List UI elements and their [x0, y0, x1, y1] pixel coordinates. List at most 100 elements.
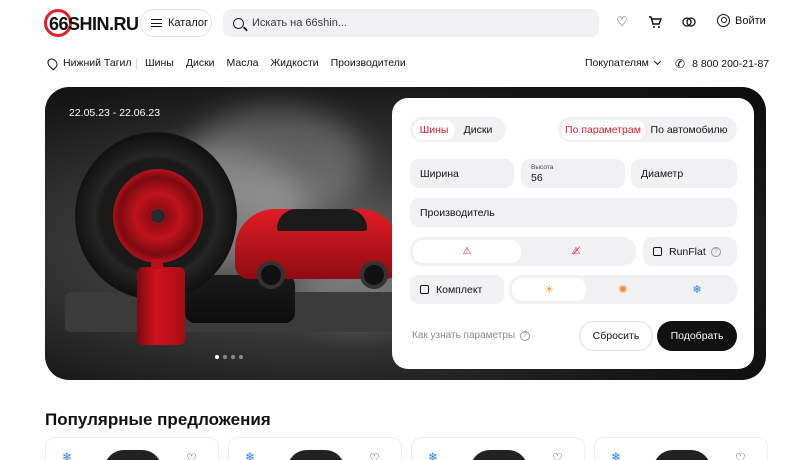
tab-tires[interactable]: Шины — [413, 119, 455, 140]
submit-button[interactable]: Подобрать — [657, 321, 737, 351]
spiked-icon: ⚠ — [462, 246, 472, 257]
help-icon: ? — [520, 330, 531, 341]
product-card[interactable]: ❄ ♡ — [45, 437, 219, 460]
slider-dot[interactable] — [215, 355, 219, 359]
car-wheel — [257, 261, 285, 289]
nav-link-wheels[interactable]: Диски — [186, 57, 215, 69]
phone-link[interactable]: ✆ 8 800 200-21-87 — [675, 57, 769, 71]
season-winter[interactable]: ❄ — [660, 278, 734, 301]
season-summer[interactable]: ☀ — [512, 278, 586, 301]
car-window — [277, 209, 367, 231]
non-spiked-icon: ⚠̸ — [571, 246, 581, 257]
rim-hub — [149, 207, 167, 225]
checkbox-icon — [420, 285, 429, 294]
product-cards: ❄ ♡ ❄ ♡ ❄ ♡ ❄ ♡ — [45, 437, 768, 460]
snowflake-icon: ❄ — [428, 450, 439, 460]
city-label: Нижний Тагил — [63, 57, 132, 69]
search-icon — [233, 17, 244, 29]
product-card[interactable]: ❄ ♡ — [228, 437, 402, 460]
runflat-checkbox[interactable]: RunFlat ? — [643, 237, 737, 266]
catalog-button-label: Каталог — [168, 17, 208, 29]
tab-by-params[interactable]: По параметрам — [561, 119, 645, 140]
sun-icon: ☀ — [544, 284, 554, 296]
height-value: 56 — [531, 171, 543, 184]
height-label: Высота — [531, 163, 554, 171]
nav-link-oils[interactable]: Масла — [227, 57, 259, 69]
chevron-down-icon — [653, 57, 661, 66]
tab-by-car[interactable]: По автомобилю — [645, 120, 733, 140]
phone-number: 8 800 200-21-87 — [692, 58, 770, 70]
product-card[interactable]: ❄ ♡ — [594, 437, 768, 460]
nav-link-manufacturers[interactable]: Производители — [331, 57, 406, 69]
snowflake-icon: ❄ — [62, 450, 73, 460]
spike-toggle: ⚠ ⚠̸ — [410, 237, 636, 266]
kit-checkbox[interactable]: Комплект — [410, 275, 504, 304]
slider-dot[interactable] — [223, 355, 227, 359]
slider-dots[interactable] — [215, 355, 243, 359]
checkbox-icon — [653, 247, 662, 256]
buyers-label: Покупателям — [585, 57, 649, 69]
nav-divider — [136, 58, 137, 70]
search-input[interactable] — [252, 17, 572, 29]
diameter-label: Диаметр — [641, 167, 684, 180]
tab-wheels[interactable]: Диски — [455, 120, 501, 140]
non-spiked-option[interactable]: ⚠̸ — [521, 240, 631, 263]
nav-links: Шины Диски Масла Жидкости Производители — [145, 57, 406, 69]
help-icon[interactable]: ? — [710, 246, 721, 257]
login-button[interactable]: Войти — [717, 14, 766, 27]
all-season-icon: ✺ — [618, 284, 628, 296]
snowflake-icon: ❄ — [245, 450, 256, 460]
oil-canister-image — [137, 259, 185, 345]
tire-search-form: Шины Диски По параметрам По автомобилю Ш… — [392, 98, 754, 369]
site-logo[interactable]: 66SHIN.RU — [44, 9, 139, 37]
params-help-link[interactable]: Как узнать параметры ? — [412, 330, 531, 341]
catalog-button[interactable]: Каталог — [140, 9, 212, 37]
tire-thumbnail — [470, 450, 528, 460]
favorite-icon[interactable]: ♡ — [186, 451, 197, 460]
user-icon — [717, 14, 730, 27]
tire-thumbnail — [653, 450, 711, 460]
reset-button[interactable]: Сбросить — [579, 321, 653, 351]
height-select[interactable]: Высота 56 — [521, 159, 625, 188]
login-label: Войти — [735, 14, 766, 27]
secondary-nav: Нижний Тагил Шины Диски Масла Жидкости П… — [0, 55, 808, 73]
search-mode-toggle: По параметрам По автомобилю — [558, 117, 737, 142]
search-bar[interactable] — [223, 9, 599, 37]
tire-thumbnail — [287, 450, 345, 460]
menu-icon — [151, 19, 162, 27]
width-label: Ширина — [420, 167, 459, 180]
snowflake-icon: ❄ — [692, 284, 702, 296]
location-pin-icon — [45, 55, 60, 71]
car-wheel — [360, 261, 388, 289]
runflat-label: RunFlat — [669, 245, 706, 258]
season-all[interactable]: ✺ — [586, 278, 660, 301]
manufacturer-select[interactable]: Производитель — [410, 198, 737, 227]
spiked-option[interactable]: ⚠ — [413, 240, 521, 263]
product-type-toggle: Шины Диски — [410, 117, 506, 142]
diameter-select[interactable]: Диаметр — [631, 159, 737, 188]
cart-icon[interactable] — [647, 14, 663, 30]
nav-link-tires[interactable]: Шины — [145, 57, 174, 69]
favorite-icon[interactable]: ♡ — [369, 451, 380, 460]
manufacturer-label: Производитель — [420, 206, 495, 219]
nav-link-fluids[interactable]: Жидкости — [270, 57, 318, 69]
params-help-label: Как узнать параметры — [412, 330, 516, 341]
logo-text: 66SHIN.RU — [49, 14, 139, 34]
kit-label: Комплект — [436, 283, 483, 296]
section-title: Популярные предложения — [45, 410, 271, 429]
promo-date-range: 22.05.23 - 22.06.23 — [69, 107, 161, 119]
width-select[interactable]: Ширина — [410, 159, 514, 188]
product-card[interactable]: ❄ ♡ — [411, 437, 585, 460]
compare-icon[interactable] — [681, 14, 697, 30]
buyers-dropdown[interactable]: Покупателям — [585, 57, 661, 69]
city-selector[interactable]: Нижний Тагил — [45, 55, 132, 71]
heart-icon[interactable]: ♡ — [614, 14, 630, 30]
phone-icon: ✆ — [675, 57, 686, 71]
tire-thumbnail — [104, 450, 162, 460]
favorite-icon[interactable]: ♡ — [552, 451, 563, 460]
slider-dot[interactable] — [231, 355, 235, 359]
snowflake-icon: ❄ — [611, 450, 622, 460]
season-toggle: ☀ ✺ ❄ — [509, 275, 737, 304]
slider-dot[interactable] — [239, 355, 243, 359]
favorite-icon[interactable]: ♡ — [735, 451, 746, 460]
